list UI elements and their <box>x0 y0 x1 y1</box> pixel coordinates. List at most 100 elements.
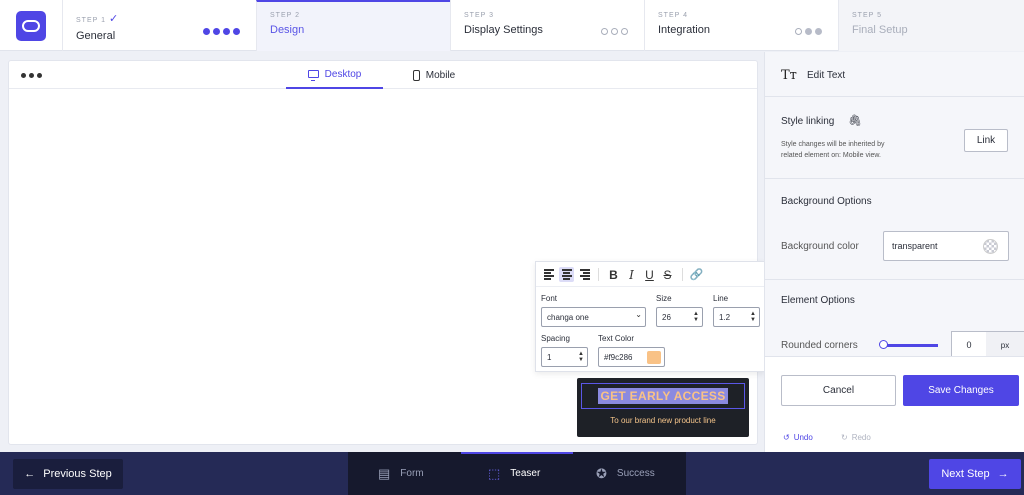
unit-label: px <box>986 331 1024 359</box>
progress-dots <box>795 28 822 35</box>
save-changes-button[interactable]: Save Changes <box>903 375 1019 406</box>
text-color-input[interactable]: #f9c286 <box>598 347 665 367</box>
active-tab-indicator <box>461 452 573 454</box>
spacing-label: Spacing <box>541 334 570 343</box>
bold-icon[interactable]: B <box>606 267 621 282</box>
progress-dots <box>601 28 628 35</box>
text-format-toolbar: B I U S 🔗 Font changa one ⌄ Size 26 ▲ ▼ L… <box>535 261 765 372</box>
tab-teaser-label: Teaser <box>510 468 541 479</box>
spacing-input[interactable]: 1 ▲ ▼ <box>541 347 588 367</box>
link-icon[interactable]: 🔗 <box>689 267 704 282</box>
panel-actions: Cancel Save Changes ↺ Undo ↻ Redo <box>765 356 1024 452</box>
undo-icon: ↺ <box>783 433 790 442</box>
text-color-value: #f9c286 <box>604 352 633 362</box>
stepper-icon[interactable]: ▲ ▼ <box>693 311 699 323</box>
undo-button[interactable]: ↺ Undo <box>783 433 813 442</box>
slider-handle[interactable] <box>879 340 888 349</box>
tab-mobile-label: Mobile <box>425 69 456 81</box>
tab-form-label: Form <box>400 468 424 479</box>
redo-label: Redo <box>851 433 871 442</box>
app-logo[interactable] <box>16 11 46 41</box>
align-center-icon[interactable] <box>559 267 574 282</box>
transparent-swatch-icon[interactable] <box>983 239 998 254</box>
step-number: STEP 4 <box>658 12 688 19</box>
teaser-title-box[interactable]: GET EARLY ACCESS <box>581 383 745 409</box>
style-linking-desc-1: Style changes will be inherited by <box>781 141 885 148</box>
tab-form[interactable]: ▤ Form <box>378 452 424 495</box>
tab-desktop-label: Desktop <box>324 68 362 80</box>
step-integration[interactable]: STEP 4 Integration <box>644 0 838 51</box>
mobile-icon <box>412 69 420 81</box>
background-color-input[interactable]: transparent <box>883 231 1009 261</box>
desktop-icon <box>307 70 319 81</box>
line-label: Line <box>713 294 729 303</box>
format-buttons: B I U S 🔗 <box>536 262 764 287</box>
step-general[interactable]: STEP 1 ✓ General <box>62 0 256 51</box>
stepper-icon[interactable]: ▲ ▼ <box>578 351 584 363</box>
font-value: changa one <box>547 312 589 322</box>
background-options-section: Background Options Background color <box>765 179 1024 280</box>
teaser-icon: ⬚ <box>488 465 501 481</box>
text-style-icon: Tт <box>781 68 797 83</box>
italic-icon[interactable]: I <box>624 267 639 282</box>
rounded-corners-input[interactable]: 0 <box>951 331 987 359</box>
element-options-title: Element Options <box>781 295 855 306</box>
size-label: Size <box>656 294 672 303</box>
cancel-button[interactable]: Cancel <box>781 375 896 406</box>
stepper-icon[interactable]: ▲ ▼ <box>750 311 756 323</box>
progress-dots <box>203 28 240 35</box>
previous-step-button[interactable]: ← Previous Step <box>13 459 123 489</box>
teaser-title[interactable]: GET EARLY ACCESS <box>598 388 728 404</box>
spacing-value: 1 <box>547 352 552 362</box>
tab-success-label: Success <box>616 468 655 479</box>
align-left-icon[interactable] <box>541 267 556 282</box>
more-options-icon[interactable] <box>21 73 42 78</box>
check-icon: ✓ <box>109 13 120 25</box>
line-value: 1.2 <box>719 312 731 322</box>
tab-mobile[interactable]: Mobile <box>399 61 469 89</box>
step-label: Design <box>270 24 305 36</box>
style-linking-title: Style linking <box>781 116 835 127</box>
rounded-corners-slider[interactable] <box>882 344 938 347</box>
rounded-corners-label: Rounded corners <box>781 340 858 351</box>
view-tabs: Desktop Mobile <box>9 61 757 89</box>
arrow-right-icon: → <box>997 468 1009 480</box>
font-label: Font <box>541 294 558 303</box>
edit-text-panel: Tт Edit Text Style linking 🖇 Style chang… <box>764 52 1024 452</box>
color-swatch[interactable] <box>647 351 661 364</box>
background-color-label: Background color <box>781 241 859 252</box>
next-step-button[interactable]: Next Step → <box>929 459 1021 489</box>
redo-button[interactable]: ↻ Redo <box>841 433 871 442</box>
step-final-setup[interactable]: STEP 5 Final Setup <box>838 0 1024 51</box>
underline-icon[interactable]: U <box>642 267 657 282</box>
previous-step-label: Previous Step <box>43 468 112 480</box>
panel-title: Edit Text <box>807 70 846 81</box>
bottom-bar: ▤ Form ⬚ Teaser ✪ Success ← Previous Ste… <box>0 452 1024 495</box>
align-right-icon[interactable] <box>577 267 592 282</box>
line-height-input[interactable]: 1.2 ▲ ▼ <box>713 307 760 327</box>
tab-success[interactable]: ✪ Success <box>596 452 655 495</box>
paperclip-icon: 🖇 <box>848 115 862 127</box>
link-button[interactable]: Link <box>964 129 1008 152</box>
font-select[interactable]: changa one ⌄ <box>541 307 646 327</box>
step-design[interactable]: STEP 2 Design <box>256 0 450 51</box>
size-input[interactable]: 26 ▲ ▼ <box>656 307 703 327</box>
background-options-title: Background Options <box>781 196 872 207</box>
teaser-preview[interactable]: GET EARLY ACCESS To our brand new produc… <box>577 378 749 437</box>
form-icon: ▤ <box>378 465 391 481</box>
teaser-subtitle[interactable]: To our brand new product line <box>577 416 749 425</box>
step-number: STEP 2 <box>270 12 300 19</box>
redo-icon: ↻ <box>841 433 848 442</box>
size-value: 26 <box>662 312 671 322</box>
text-color-label: Text Color <box>598 334 635 343</box>
next-step-label: Next Step <box>941 468 990 480</box>
step-number: STEP 1 <box>76 17 106 24</box>
strikethrough-icon[interactable]: S <box>660 267 675 282</box>
panel-header: Tт Edit Text <box>765 52 1024 97</box>
tab-teaser[interactable]: ⬚ Teaser <box>488 452 540 495</box>
tab-desktop[interactable]: Desktop <box>286 61 383 89</box>
background-color-value: transparent <box>892 241 938 251</box>
undo-label: Undo <box>793 433 813 442</box>
success-icon: ✪ <box>596 465 607 481</box>
step-display-settings[interactable]: STEP 3 Display Settings <box>450 0 644 51</box>
